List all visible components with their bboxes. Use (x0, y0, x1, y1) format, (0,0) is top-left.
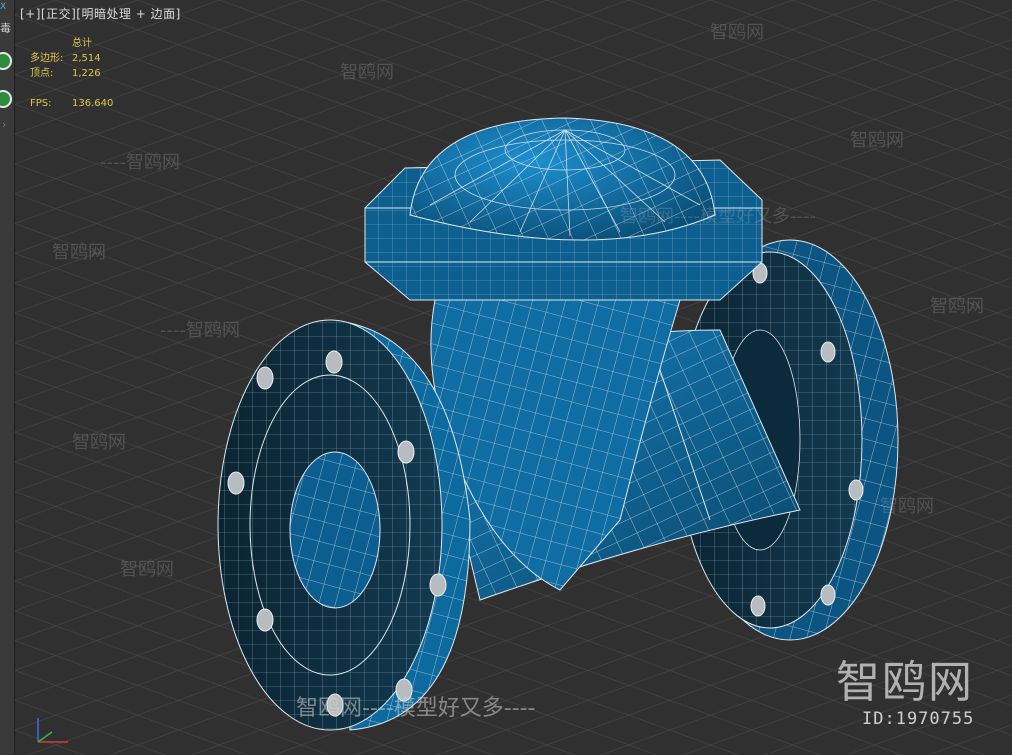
bolt-hole-icon (820, 341, 836, 363)
watermark-text: 智鸥网 (52, 242, 106, 263)
bolt-hole-icon (325, 350, 343, 374)
xyz-axis-gizmo-icon (37, 718, 68, 743)
watermark-text: 智鸥网 (850, 130, 904, 151)
valve-3d-model[interactable] (0, 0, 1012, 755)
bolt-hole-icon (750, 595, 766, 617)
watermark-text: 智鸥网 (710, 22, 764, 43)
bolt-hole-icon (820, 584, 836, 606)
watermark-text: 智鸥网 (340, 62, 394, 83)
bolt-hole-icon (429, 573, 447, 597)
watermark-dash: ----智鸥网 (160, 320, 240, 341)
bolt-hole-icon (848, 479, 864, 501)
watermark-text: 智鸥网 (880, 496, 934, 517)
watermark-slogan: 智鸥网----模型好又多---- (620, 206, 816, 227)
left-flange[interactable] (217, 319, 471, 731)
bolt-hole-icon (397, 440, 415, 464)
watermark-dash: ----智鸥网 (100, 152, 180, 173)
watermark-text: 智鸥网 (72, 432, 126, 453)
bolt-hole-icon (227, 471, 245, 495)
bolt-hole-icon (256, 608, 274, 632)
watermark-text: 智鸥网 (120, 559, 174, 580)
watermark-id: ID:1970755 (862, 709, 975, 729)
watermark-text: 智鸥网 (930, 296, 984, 317)
bolt-hole-icon (256, 366, 274, 390)
watermark-bottom-slogan: 智鸥网----模型好又多---- (296, 696, 536, 721)
3d-viewport[interactable]: X 毒 › [+][正交][明暗处理 + 边面] 总计 多边形: 2,514 顶… (0, 0, 1012, 755)
watermark-brand: 智鸥网 (836, 657, 974, 708)
